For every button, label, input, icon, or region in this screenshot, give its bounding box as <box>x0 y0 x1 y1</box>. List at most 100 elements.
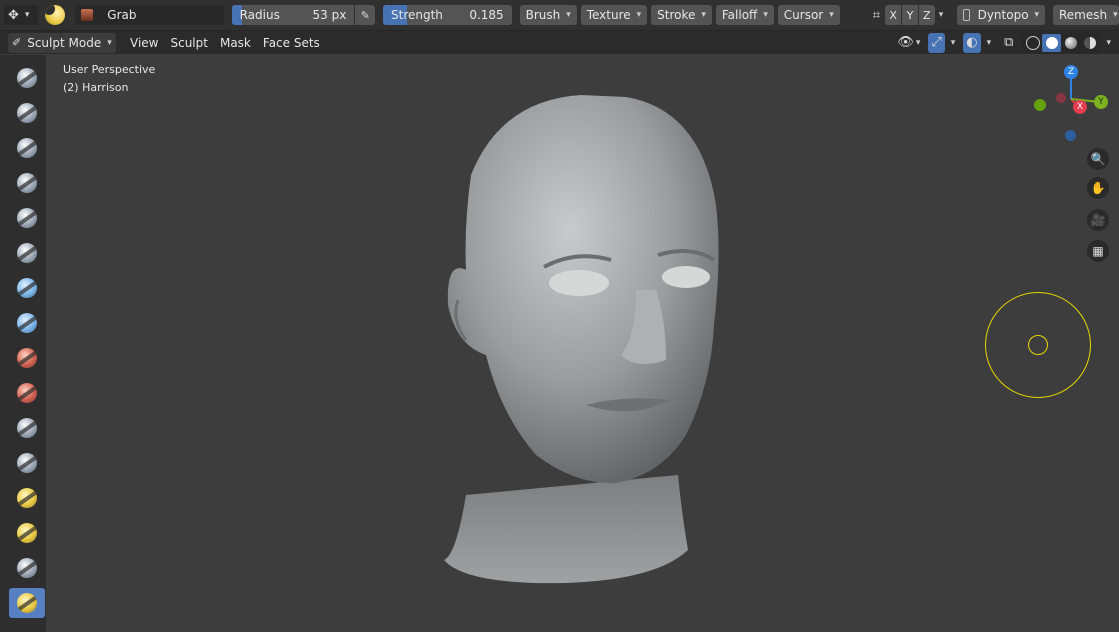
stroke-menu[interactable]: Stroke ▾ <box>651 5 712 25</box>
remesh-panel[interactable]: Remesh ▾ <box>1052 5 1119 25</box>
clay-strips-brush-icon <box>17 173 37 193</box>
zoom-button[interactable]: 🔍 <box>1087 148 1109 170</box>
zoom-icon: 🔍 <box>1090 152 1106 166</box>
transform-tool-menu[interactable]: ✥ ▾ <box>4 5 38 25</box>
tool-blob[interactable] <box>9 308 45 338</box>
wireframe-shading-button[interactable] <box>1023 34 1042 52</box>
symmetry-icon: ⌗ <box>872 7 881 23</box>
dyntopo-panel[interactable]: Dyntopo ▾ <box>957 5 1046 25</box>
tool-crease[interactable] <box>9 343 45 373</box>
viewport[interactable]: User Perspective (2) Harrison <box>46 55 1119 632</box>
gizmo-x-axis[interactable]: X <box>1073 100 1087 114</box>
gizmo-y-axis[interactable]: Y <box>1094 95 1108 109</box>
smooth-brush-icon <box>17 383 37 403</box>
symmetry-x-toggle[interactable]: X <box>885 5 902 25</box>
gizmo-icon: ⤢ <box>931 35 942 50</box>
xray-toggle[interactable]: ⧉ <box>1001 33 1016 53</box>
perspective-label: User Perspective <box>63 63 156 76</box>
tool-scrape[interactable] <box>9 483 45 513</box>
strength-value: 0.185 <box>469 8 504 22</box>
chevron-down-icon: ▾ <box>1113 10 1118 20</box>
wireframe-sphere-icon <box>1025 35 1040 50</box>
pan-button[interactable]: ✋ <box>1087 177 1109 199</box>
chevron-down-icon: ▾ <box>24 10 30 20</box>
symmetry-y-toggle[interactable]: Y <box>902 5 918 25</box>
draw-brush-icon <box>17 68 37 88</box>
brush-name: Grab <box>107 8 137 22</box>
view-menu[interactable]: View <box>124 33 164 53</box>
solid-sphere-icon <box>1045 36 1058 49</box>
tool-clay-thumb[interactable] <box>9 203 45 233</box>
gizmo-neg-y-axis[interactable] <box>1034 99 1046 111</box>
brush-datablock-field[interactable]: Grab <box>75 5 224 25</box>
gizmo-toggle[interactable]: ⤢ <box>928 32 945 53</box>
dyntopo-checkbox[interactable] <box>963 9 970 21</box>
tool-clay[interactable] <box>9 133 45 163</box>
strength-label: Strength <box>391 8 443 22</box>
overlays-options-chevron-icon[interactable]: ▾ <box>987 38 992 48</box>
tool-layer[interactable] <box>9 238 45 268</box>
cursor-menu-label: Cursor <box>783 8 824 22</box>
clay-thumb-brush-icon <box>17 208 37 228</box>
pen-pressure-icon: ✎ <box>360 8 370 22</box>
face-sets-menu[interactable]: Face Sets <box>257 33 326 53</box>
overlays-toggle[interactable]: ◐ <box>963 32 981 53</box>
hand-icon: ✋ <box>1090 181 1106 195</box>
gizmo-neg-x-axis[interactable] <box>1056 93 1066 103</box>
chevron-down-icon: ▾ <box>915 37 921 48</box>
tool-draw[interactable] <box>9 63 45 93</box>
brush-menu[interactable]: Brush ▾ <box>519 5 577 25</box>
rendered-shading-button[interactable] <box>1080 34 1099 52</box>
mask-menu[interactable]: Mask <box>214 33 257 53</box>
sculpt-brush-icon: ✐ <box>12 36 22 49</box>
texture-menu[interactable]: Texture ▾ <box>580 5 648 25</box>
neck-shape <box>444 475 688 584</box>
material-sphere-icon <box>1064 36 1077 49</box>
tool-smooth[interactable] <box>9 378 45 408</box>
radius-pressure-toggle[interactable]: ✎ <box>355 5 376 25</box>
chevron-down-icon: ▾ <box>636 10 642 20</box>
tool-clay-strips[interactable] <box>9 168 45 198</box>
tool-draw-sharp[interactable] <box>9 98 45 128</box>
shading-options-chevron-icon[interactable]: ▾ <box>1106 38 1111 48</box>
symmetry-z-toggle[interactable]: Z <box>918 5 935 25</box>
radius-field[interactable]: Radius 53 px <box>231 5 355 25</box>
sculpt-menu[interactable]: Sculpt <box>164 33 213 53</box>
brush-preview-icon[interactable] <box>42 4 68 26</box>
camera-view-button[interactable]: 🎥 <box>1087 209 1109 231</box>
xray-icon: ⧉ <box>1004 35 1014 50</box>
tool-grab[interactable] <box>9 588 45 618</box>
brush-cursor-center <box>1028 335 1048 355</box>
clay-brush-icon <box>17 138 37 158</box>
tool-flatten[interactable] <box>9 413 45 443</box>
viewport-header: ✐ Sculpt Mode ▾ View Sculpt Mask Face Set… <box>0 31 1119 54</box>
cursor-menu[interactable]: Cursor ▾ <box>777 5 840 25</box>
grab-brush-icon <box>17 593 37 613</box>
layer-brush-icon <box>17 243 37 263</box>
gizmo-neg-z-axis[interactable] <box>1065 130 1076 141</box>
navigation-gizmo[interactable]: Z X Y <box>1030 62 1119 142</box>
gizmo-options-chevron-icon[interactable]: ▾ <box>951 38 956 48</box>
tool-inflate[interactable] <box>9 273 45 303</box>
tool-pinch[interactable] <box>9 553 45 583</box>
material-preview-shading-button[interactable] <box>1061 34 1080 52</box>
gizmo-z-axis[interactable]: Z <box>1064 65 1078 79</box>
tool-multiplane-scrape[interactable] <box>9 518 45 548</box>
brush-menu-label: Brush <box>525 8 561 22</box>
radius-label: Radius <box>239 8 280 22</box>
tool-fill[interactable] <box>9 448 45 478</box>
mode-selector[interactable]: ✐ Sculpt Mode ▾ <box>8 32 116 53</box>
inflate-brush-icon <box>17 278 37 298</box>
strength-field[interactable]: Strength 0.185 <box>383 5 512 25</box>
right-eye-shape <box>662 266 710 288</box>
toggle-perspective-button[interactable]: ▦ <box>1087 240 1109 262</box>
solid-shading-button[interactable] <box>1042 33 1062 52</box>
shading-mode-group <box>1022 32 1101 53</box>
radius-value: 53 px <box>312 8 347 22</box>
camera-icon: 🎥 <box>1090 213 1106 227</box>
symmetry-options-chevron-icon[interactable]: ▾ <box>939 10 944 20</box>
overlays-icon: ◐ <box>966 35 978 50</box>
eye-icon: 👁 <box>897 35 914 50</box>
falloff-menu[interactable]: Falloff ▾ <box>715 5 774 25</box>
object-visibility-toggle[interactable]: 👁 ▾ <box>893 33 924 53</box>
